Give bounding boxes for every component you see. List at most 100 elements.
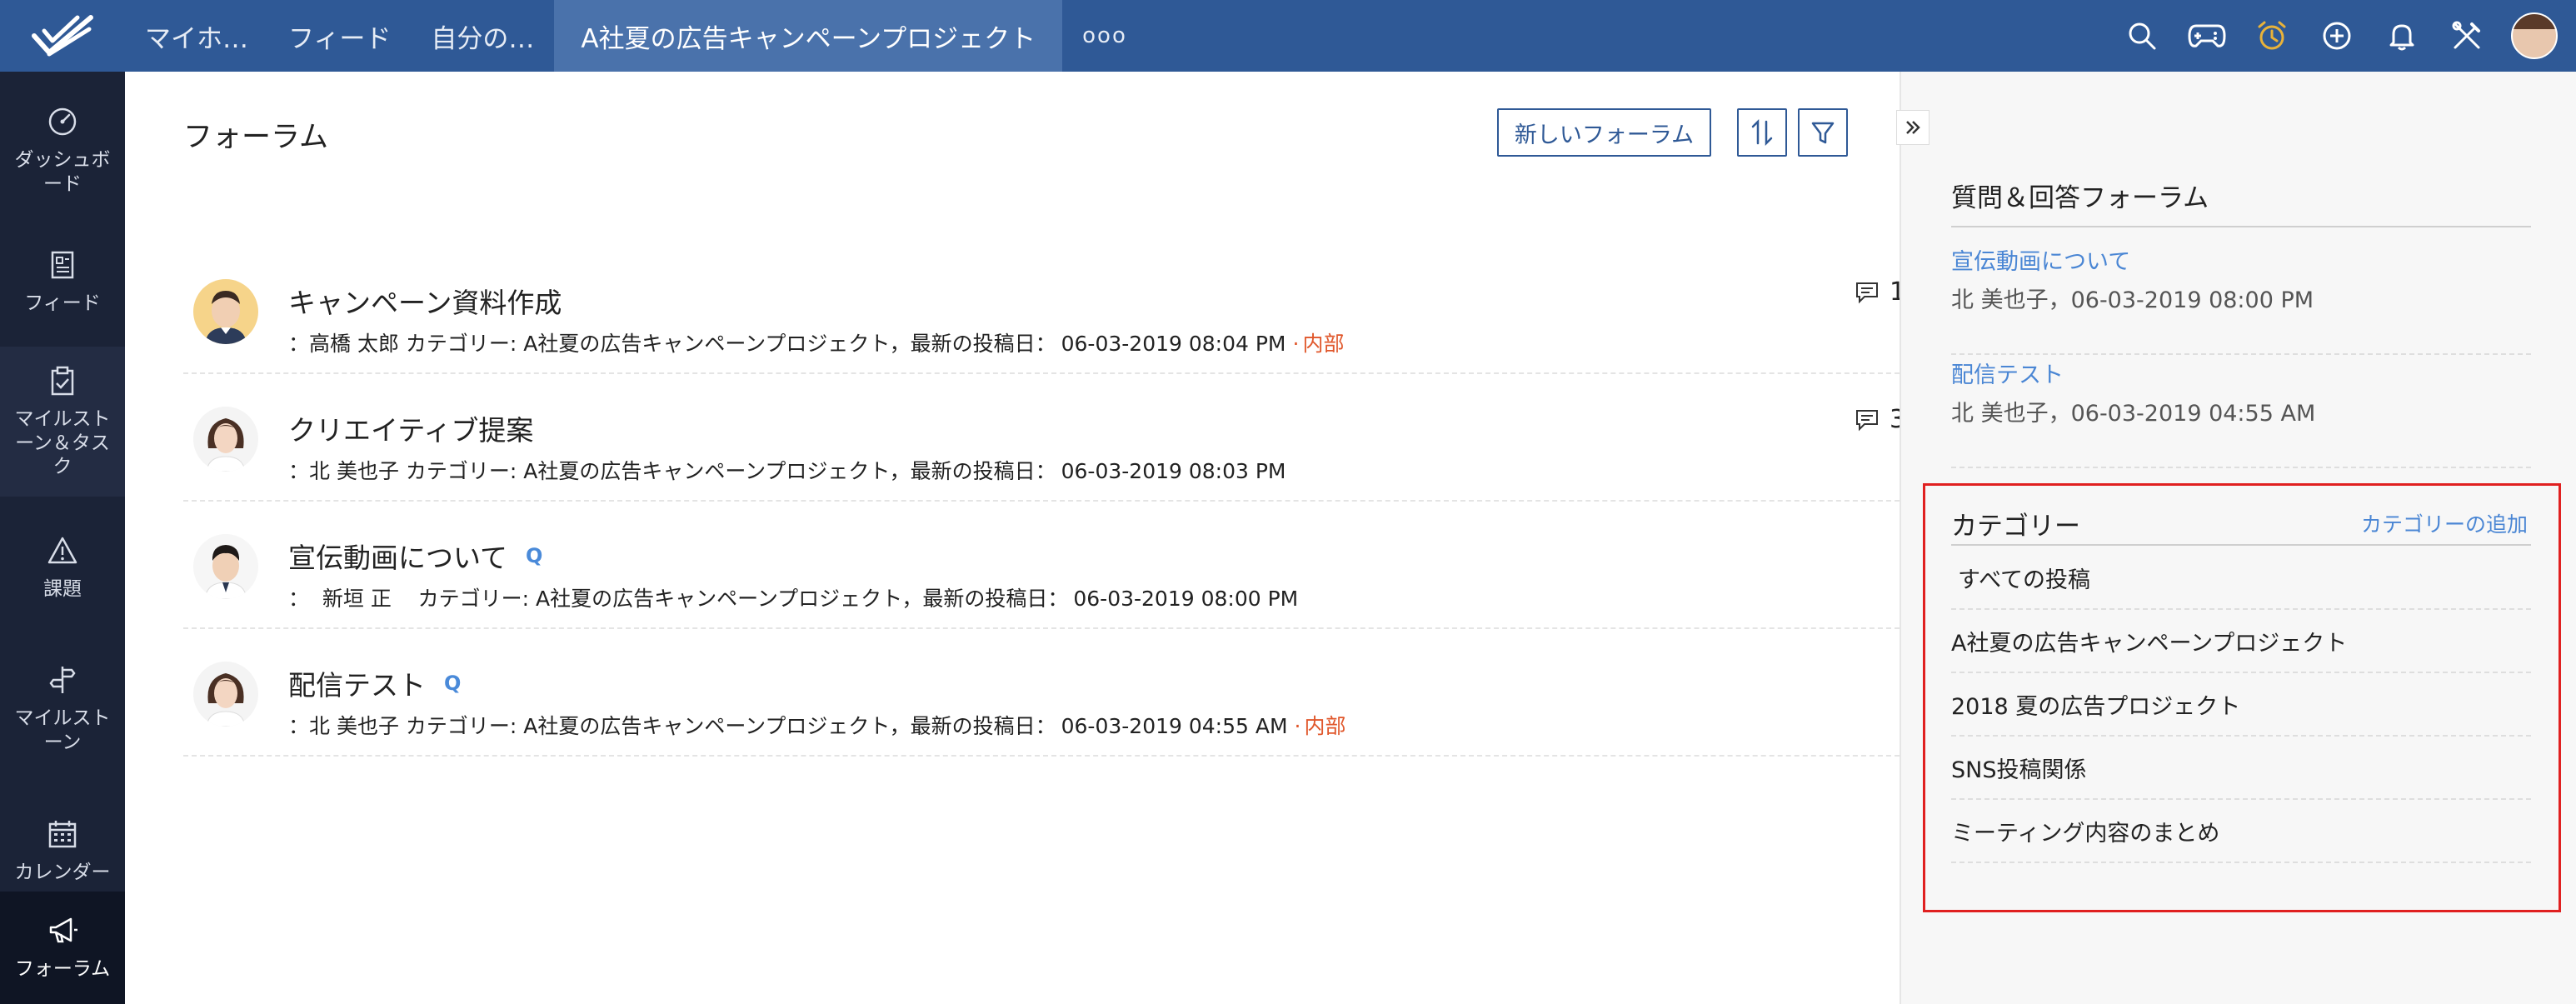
qa-sub: 北 美也子，06-03-2019 08:00 PM: [1951, 287, 2314, 313]
internal-tag: 内部: [1304, 714, 1346, 738]
comment-count[interactable]: 3: [1855, 405, 1905, 434]
forum-meta-text: ： 新垣 正 カテゴリー: A社夏の広告キャンペーンプロジェクト，最新の投稿日：: [288, 587, 1069, 611]
avatar: [193, 534, 258, 599]
top-right-actions: [2109, 0, 2576, 72]
forum-title[interactable]: 宣伝動画について Q: [288, 536, 542, 576]
forum-meta: ：北 美也子 カテゴリー: A社夏の広告キャンペーンプロジェクト，最新の投稿日：…: [288, 710, 1346, 740]
forum-date: 06-03-2019 04:55 AM: [1061, 714, 1288, 738]
filter-icon: [1811, 122, 1835, 144]
new-forum-button[interactable]: 新しいフォーラム: [1497, 108, 1711, 157]
bell-icon[interactable]: [2369, 0, 2434, 72]
sidebar-item-milestones[interactable]: マイルストーン: [0, 638, 125, 780]
category-item[interactable]: ミーティング内容のまとめ: [1951, 800, 2531, 863]
avatar: [193, 662, 258, 727]
plus-circle-icon[interactable]: [2304, 0, 2369, 72]
megaphone-icon: [49, 917, 77, 943]
double-chevron-right-icon: [1906, 121, 1920, 134]
category-item[interactable]: A社夏の広告キャンペーンプロジェクト: [1951, 610, 2531, 673]
sidebar-label-milestones: マイルストーン: [14, 707, 111, 753]
qa-item: 配信テスト 北 美也子，06-03-2019 04:55 AM: [1951, 357, 2531, 468]
collapse-panel-button[interactable]: [1896, 110, 1930, 145]
nav-feed[interactable]: フィード: [268, 0, 411, 72]
alarm-clock-icon[interactable]: [2239, 0, 2304, 72]
issue-icon: [47, 537, 77, 563]
forum-row[interactable]: クリエイティブ提案 ：北 美也子 カテゴリー: A社夏の広告キャンペーンプロジェ…: [183, 375, 1905, 502]
comment-count[interactable]: 1: [1855, 277, 1905, 307]
internal-tag: 内部: [1302, 332, 1345, 356]
left-sidebar: ダッシュボード フィード マイルストーン＆タスク 課題 マイルストーン カレンダ…: [0, 72, 125, 1004]
comment-icon: [1856, 282, 1878, 303]
forum-title[interactable]: クリエイティブ提案: [288, 408, 533, 448]
sort-icon: [1751, 118, 1773, 147]
sidebar-item-milestones-tasks[interactable]: マイルストーン＆タスク: [0, 347, 125, 497]
forum-row[interactable]: 宣伝動画について Q ： 新垣 正 カテゴリー: A社夏の広告キャンペーンプロジェ…: [183, 502, 1900, 629]
sidebar-item-issues[interactable]: 課題: [0, 505, 125, 630]
nav-active-project[interactable]: A社夏の広告キャンペーンプロジェクト: [554, 0, 1063, 72]
category-item-all[interactable]: すべての投稿: [1951, 547, 2531, 610]
forum-meta-text: ：北 美也子 カテゴリー: A社夏の広告キャンペーンプロジェクト，最新の投稿日：: [288, 459, 1056, 483]
separator-dot: ·: [1294, 714, 1301, 738]
question-icon: Q: [526, 544, 543, 567]
user-avatar[interactable]: [2511, 12, 2558, 59]
sidebar-label-milestones-tasks: マイルストーン＆タスク: [14, 407, 111, 478]
main-content: フォーラム 新しいフォーラム キャンペーン資料作成 ：高橋 太郎 カテゴリー: …: [125, 72, 1905, 1004]
sidebar-label-issues: 課題: [43, 577, 82, 600]
more-nav-button[interactable]: ooo: [1062, 23, 1147, 48]
signpost-icon: [49, 667, 76, 694]
forum-meta-text: ：北 美也子 カテゴリー: A社夏の広告キャンペーンプロジェクト，最新の投稿日：: [288, 714, 1056, 738]
sidebar-label-feed: フィード: [24, 292, 101, 315]
top-navigation: マイホ… フィード 自分の… A社夏の広告キャンペーンプロジェクト ooo: [125, 0, 1147, 72]
tools-icon[interactable]: [2434, 0, 2499, 72]
qa-sub: 北 美也子，06-03-2019 04:55 AM: [1951, 401, 2316, 427]
sidebar-label-dashboard: ダッシュボード: [14, 149, 111, 195]
forum-row[interactable]: 配信テスト Q ：北 美也子 カテゴリー: A社夏の広告キャンペーンプロジェクト，…: [183, 630, 1900, 757]
forum-date: 06-03-2019 08:00 PM: [1073, 587, 1299, 611]
add-category-link[interactable]: カテゴリーの追加: [2361, 508, 2528, 538]
forum-title-text[interactable]: 宣伝動画について: [288, 536, 507, 576]
forum-meta: ：北 美也子 カテゴリー: A社夏の広告キャンペーンプロジェクト，最新の投稿日：…: [288, 455, 1286, 485]
forum-date: 06-03-2019 08:04 PM: [1061, 332, 1286, 356]
sidebar-label-calendar: カレンダー: [14, 861, 111, 883]
sidebar-item-forum[interactable]: フォーラム: [0, 892, 125, 1004]
feed-icon: [51, 251, 74, 279]
forum-meta: ：高橋 太郎 カテゴリー: A社夏の広告キャンペーンプロジェクト，最新の投稿日：…: [288, 327, 1344, 357]
gamepad-icon[interactable]: [2174, 0, 2239, 72]
forum-meta-text: ：高橋 太郎 カテゴリー: A社夏の広告キャンペーンプロジェクト，最新の投稿日：: [288, 332, 1056, 356]
qa-forum-title: 質問＆回答フォーラム: [1951, 177, 2531, 227]
filter-button[interactable]: [1798, 108, 1848, 157]
top-bar: マイホ… フィード 自分の… A社夏の広告キャンペーンプロジェクト ooo: [0, 0, 2576, 72]
forum-date: 06-03-2019 08:03 PM: [1061, 459, 1286, 483]
category-item[interactable]: 2018 夏の広告プロジェクト: [1951, 673, 2531, 737]
sidebar-item-dashboard[interactable]: ダッシュボード: [0, 88, 125, 213]
sidebar-item-feed[interactable]: フィード: [0, 226, 125, 338]
qa-link[interactable]: 宣伝動画について: [1951, 243, 2130, 276]
forum-title-text[interactable]: キャンペーン資料作成: [288, 281, 562, 321]
forum-title-text[interactable]: 配信テスト: [288, 663, 426, 703]
avatar: [193, 407, 258, 472]
calendar-icon: [48, 820, 77, 847]
milestone-task-icon: [51, 366, 74, 396]
page-title: フォーラム: [183, 121, 328, 154]
qa-item: 宣伝動画について 北 美也子，06-03-2019 08:00 PM: [1951, 243, 2531, 355]
comment-icon: [1856, 409, 1878, 431]
search-icon[interactable]: [2109, 0, 2174, 72]
question-icon: Q: [444, 672, 462, 695]
separator-dot: ·: [1292, 332, 1300, 356]
avatar: [193, 279, 258, 344]
dashboard-icon: [48, 108, 77, 136]
category-title: カテゴリー: [1951, 512, 2080, 542]
forum-title[interactable]: 配信テスト Q: [288, 663, 461, 703]
category-item[interactable]: SNS投稿関係: [1951, 737, 2531, 800]
right-panel: 質問＆回答フォーラム 宣伝動画について 北 美也子，06-03-2019 08:…: [1900, 72, 2576, 1004]
qa-link[interactable]: 配信テスト: [1951, 357, 2064, 389]
sort-button[interactable]: [1737, 108, 1787, 157]
nav-my-home[interactable]: マイホ…: [125, 0, 268, 72]
forum-meta: ： 新垣 正 カテゴリー: A社夏の広告キャンペーンプロジェクト，最新の投稿日：…: [288, 582, 1298, 612]
forum-title-text[interactable]: クリエイティブ提案: [288, 408, 533, 448]
forum-title[interactable]: キャンペーン資料作成: [288, 281, 562, 321]
category-divider: [1951, 544, 2531, 546]
app-logo-icon[interactable]: [0, 0, 125, 72]
nav-my-items[interactable]: 自分の…: [411, 0, 554, 72]
sidebar-label-forum: フォーラム: [14, 958, 111, 981]
forum-row[interactable]: キャンペーン資料作成 ：高橋 太郎 カテゴリー: A社夏の広告キャンペーンプロジ…: [183, 247, 1905, 374]
